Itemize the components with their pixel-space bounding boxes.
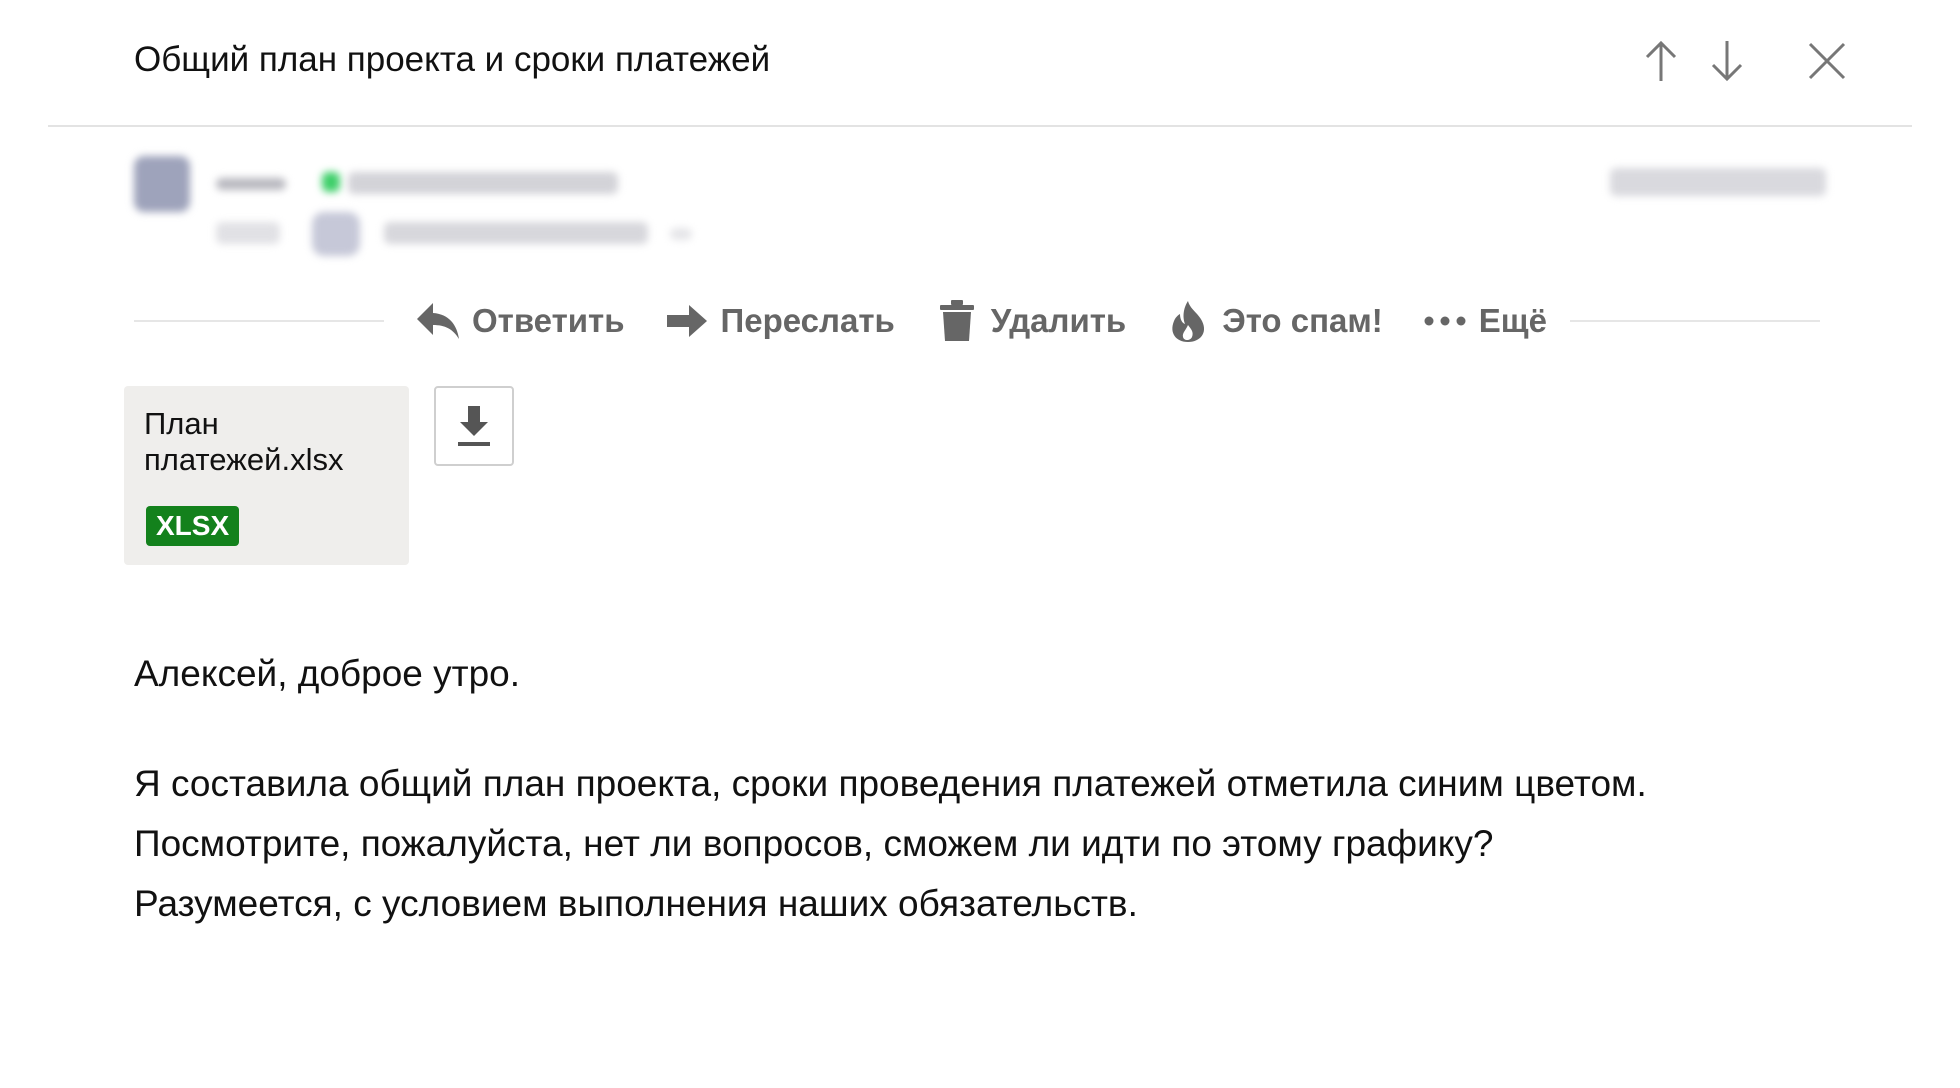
previous-message-button[interactable] (1636, 34, 1686, 88)
recipient-email-blurred (384, 222, 648, 244)
download-attachment-button[interactable] (434, 386, 514, 466)
sender-avatar (134, 156, 190, 212)
recipient-avatar (312, 212, 360, 256)
message-header: Общий план проекта и сроки платежей (48, 0, 1912, 127)
fire-icon (1164, 297, 1212, 345)
reply-label: Ответить (472, 302, 625, 339)
sender-status-blurred (322, 172, 340, 192)
toolbar-divider-right (1570, 320, 1820, 322)
message-subject: Общий план проекта и сроки платежей (134, 40, 771, 79)
recipient-more-blurred (670, 228, 692, 240)
arrow-up-icon (1645, 40, 1677, 81)
sender-email-blurred (348, 172, 618, 194)
close-message-button[interactable] (1802, 34, 1852, 88)
message-line: Посмотрите, пожалуйста, нет ли вопросов,… (134, 823, 1494, 864)
message-line: Разумеется, с условием выполнения наших … (134, 883, 1138, 924)
message-toolbar: Ответить Переслать Удалить Это спам! Ещё (414, 296, 1547, 346)
next-message-button[interactable] (1702, 34, 1752, 88)
reply-icon (414, 297, 462, 345)
message-body: Алексей, доброе утро. Я составила общий … (134, 644, 1894, 934)
forward-icon (663, 297, 711, 345)
more-button[interactable]: Ещё (1421, 296, 1547, 346)
spam-label: Это спам! (1222, 302, 1383, 339)
arrow-down-icon (1711, 41, 1743, 82)
spam-button[interactable]: Это спам! (1164, 296, 1383, 346)
more-label: Ещё (1478, 302, 1548, 339)
close-icon (1808, 42, 1846, 80)
trash-icon (933, 297, 981, 345)
attachment-file-name: План платежей.xlsx (144, 406, 344, 477)
delete-button[interactable]: Удалить (933, 296, 1126, 346)
reply-button[interactable]: Ответить (414, 296, 625, 346)
message-line: Я составила общий план проекта, сроки пр… (134, 763, 1647, 804)
delete-label: Удалить (990, 302, 1127, 339)
forward-label: Переслать (720, 302, 895, 339)
more-dots-icon (1421, 297, 1469, 345)
sender-name-blurred (216, 178, 286, 190)
attachment-type-badge: XLSX (146, 506, 240, 546)
message-date-blurred (1610, 168, 1826, 196)
recipient-label-blurred (216, 222, 280, 244)
download-icon (458, 406, 490, 446)
toolbar-divider-left (134, 320, 384, 322)
forward-button[interactable]: Переслать (663, 296, 895, 346)
message-greeting: Алексей, доброе утро. (134, 653, 521, 694)
attachment-card[interactable]: План платежей.xlsx XLSX (124, 386, 409, 565)
